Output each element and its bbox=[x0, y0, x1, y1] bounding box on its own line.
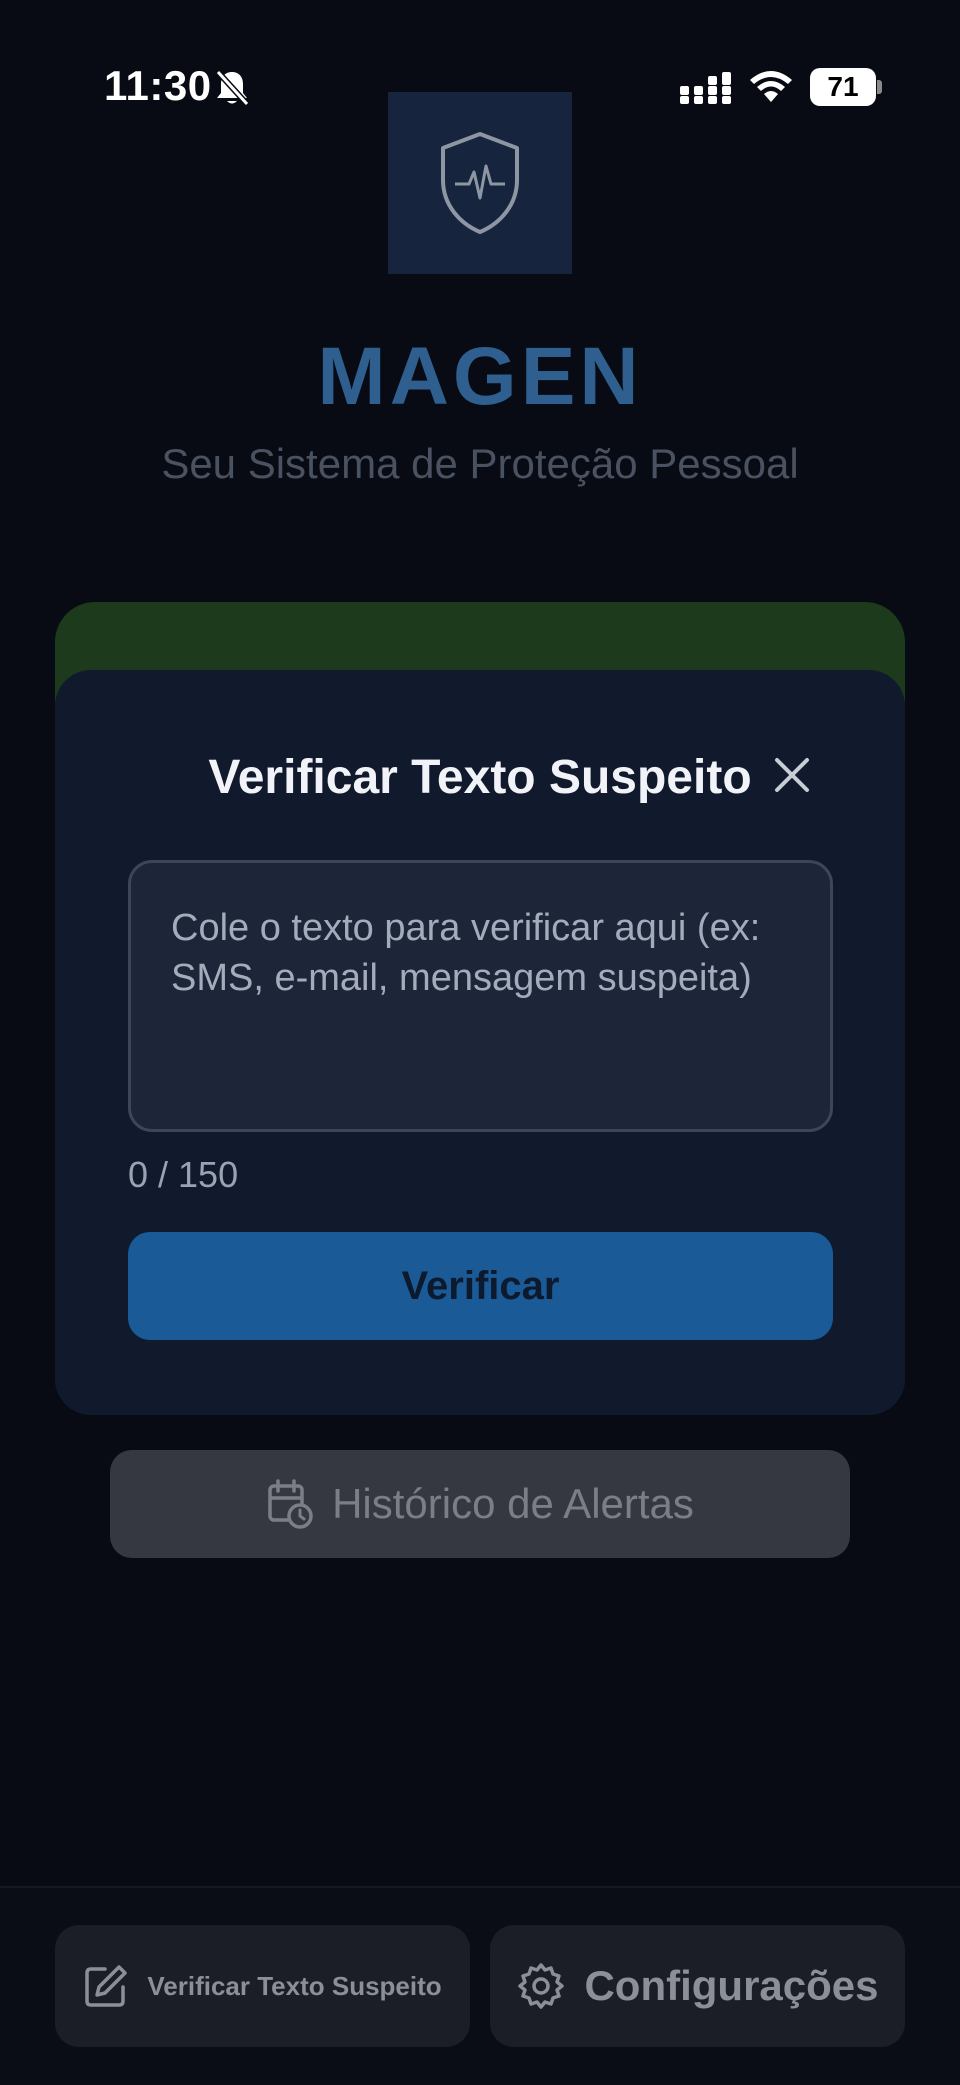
app-logo bbox=[388, 92, 572, 274]
edit-icon bbox=[85, 1965, 128, 2007]
status-time: 11:30 bbox=[104, 62, 212, 109]
gear-icon bbox=[518, 1963, 565, 2009]
shield-heartbeat-icon bbox=[441, 132, 519, 234]
char-counter: 0 / 150 bbox=[128, 1154, 239, 1195]
nav-verify-text[interactable]: Verificar Texto Suspeito bbox=[55, 1925, 470, 2047]
verify-text-modal: Verificar Texto Suspeito 0 / 150 Verific… bbox=[55, 670, 905, 1415]
battery-level: 71 bbox=[827, 71, 859, 102]
cellular-signal-icon bbox=[680, 72, 731, 104]
app-title: MAGEN bbox=[317, 331, 643, 422]
bell-off-icon bbox=[215, 69, 250, 107]
close-icon[interactable] bbox=[767, 750, 817, 800]
calendar-clock-icon bbox=[268, 1479, 313, 1529]
suspicious-text-input[interactable] bbox=[128, 860, 833, 1132]
app-subtitle: Seu Sistema de Proteção Pessoal bbox=[161, 440, 799, 487]
nav-verify-label: Verificar Texto Suspeito bbox=[147, 1970, 442, 2001]
wifi-icon bbox=[750, 71, 792, 102]
alert-history-button[interactable]: Histórico de Alertas bbox=[110, 1450, 850, 1558]
verify-button[interactable]: Verificar bbox=[128, 1232, 833, 1340]
nav-settings[interactable]: Configurações bbox=[490, 1925, 905, 2047]
battery-icon: 71 bbox=[810, 68, 882, 106]
nav-settings-label: Configurações bbox=[584, 1962, 879, 2009]
alert-history-label: Histórico de Alertas bbox=[332, 1480, 694, 1527]
